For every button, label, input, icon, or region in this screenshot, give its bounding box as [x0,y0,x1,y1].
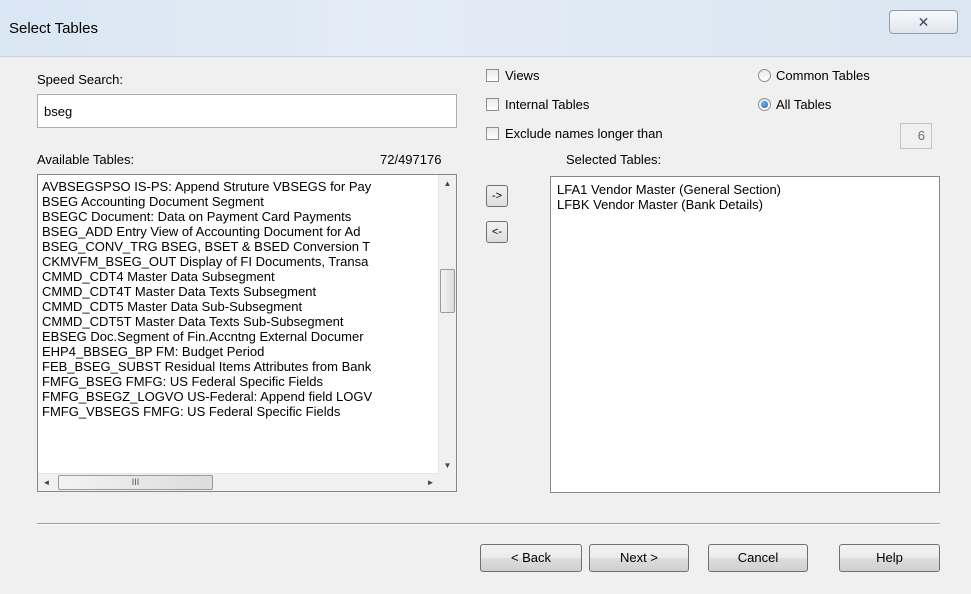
common-tables-label: Common Tables [776,68,870,83]
select-tables-dialog: Select Tables ✕ Speed Search: Available … [0,0,971,594]
speed-search-label: Speed Search: [37,72,124,87]
title-bar: Select Tables ✕ [0,0,971,57]
list-item[interactable]: FEB_BSEG_SUBST Residual Items Attributes… [42,359,371,374]
internal-tables-checkbox[interactable] [486,98,499,111]
list-item[interactable]: BSEG_CONV_TRG BSEG, BSET & BSED Conversi… [42,239,370,254]
horizontal-scroll-thumb[interactable]: III [58,475,213,490]
horizontal-scrollbar[interactable]: ◄ III ► [38,473,439,491]
views-label: Views [505,68,540,83]
list-item[interactable]: LFA1 Vendor Master (General Section) [557,182,781,197]
remove-table-button[interactable]: <- [486,221,508,243]
add-table-button[interactable]: -> [486,185,508,207]
scroll-right-icon[interactable]: ► [422,474,439,491]
speed-search-input[interactable] [37,94,457,128]
list-item[interactable]: FMFG_BSEG FMFG: US Federal Specific Fiel… [42,374,323,389]
all-tables-label: All Tables [776,97,832,112]
back-button[interactable]: < Back [480,544,582,572]
available-tables-count: 72/497176 [380,152,442,167]
list-item[interactable]: CMMD_CDT5 Master Data Sub-Subsegment [42,299,302,314]
scroll-corner [439,474,456,491]
close-button[interactable]: ✕ [889,10,958,34]
scroll-up-icon[interactable]: ▲ [439,175,456,192]
dialog-content: Speed Search: Available Tables: 72/49717… [9,57,961,594]
vertical-scrollbar[interactable]: ▲ ▼ [438,175,456,474]
divider [37,523,940,525]
exclude-long-names-checkbox[interactable] [486,127,499,140]
list-item[interactable]: EHP4_BBSEG_BP FM: Budget Period [42,344,264,359]
list-item[interactable]: BSEG_ADD Entry View of Accounting Docume… [42,224,360,239]
exclude-long-names-label: Exclude names longer than [505,126,663,141]
list-item[interactable]: FMFG_VBSEGS FMFG: US Federal Specific Fi… [42,404,340,419]
vertical-scroll-thumb[interactable] [440,269,455,313]
next-button[interactable]: Next > [589,544,689,572]
selected-tables-label: Selected Tables: [566,152,662,167]
list-item[interactable]: AVBSEGSPSO IS-PS: Append Struture VBSEGS… [42,179,371,194]
views-checkbox[interactable] [486,69,499,82]
help-button[interactable]: Help [839,544,940,572]
list-item[interactable]: CKMVFM_BSEG_OUT Display of FI Documents,… [42,254,368,269]
list-item[interactable]: CMMD_CDT5T Master Data Texts Sub-Subsegm… [42,314,344,329]
window-title: Select Tables [9,20,98,37]
list-item[interactable]: EBSEG Doc.Segment of Fin.Accntng Externa… [42,329,364,344]
max-name-length-field[interactable]: 6 [900,123,932,149]
list-item[interactable]: FMFG_BSEGZ_LOGVO US-Federal: Append fiel… [42,389,372,404]
all-tables-radio[interactable] [758,98,771,111]
scroll-down-icon[interactable]: ▼ [439,457,456,474]
list-item[interactable]: BSEG Accounting Document Segment [42,194,264,209]
common-tables-radio[interactable] [758,69,771,82]
internal-tables-label: Internal Tables [505,97,590,112]
close-icon: ✕ [917,14,930,30]
cancel-button[interactable]: Cancel [708,544,808,572]
list-item[interactable]: CMMD_CDT4 Master Data Subsegment [42,269,275,284]
selected-tables-list[interactable]: LFA1 Vendor Master (General Section) LFB… [550,176,940,493]
available-tables-label: Available Tables: [37,152,135,167]
list-item[interactable]: BSEGC Document: Data on Payment Card Pay… [42,209,351,224]
list-item[interactable]: CMMD_CDT4T Master Data Texts Subsegment [42,284,316,299]
scroll-left-icon[interactable]: ◄ [38,474,55,491]
list-item[interactable]: LFBK Vendor Master (Bank Details) [557,197,763,212]
available-tables-list[interactable]: AVBSEGSPSO IS-PS: Append Struture VBSEGS… [37,174,457,492]
